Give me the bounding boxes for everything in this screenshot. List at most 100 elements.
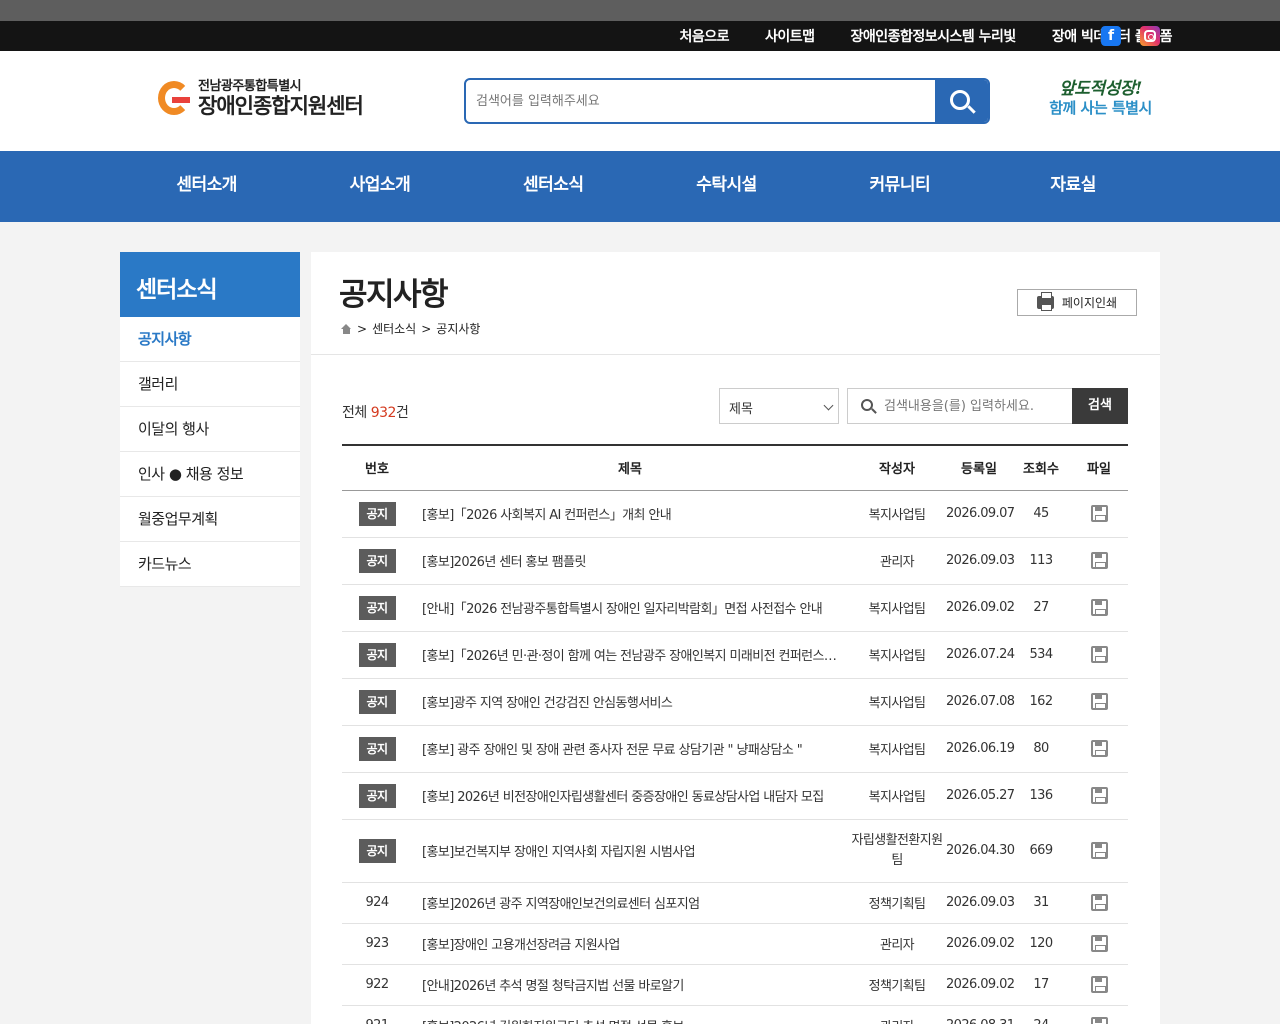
breadcrumb-separator: > xyxy=(421,321,432,336)
post-title-link[interactable]: [홍보]2026년 광주 지역장애인보건의료센터 심포지엄 xyxy=(412,882,848,924)
keyword-search-button[interactable]: 검색 xyxy=(1072,388,1128,424)
table-row: 공지 [안내]「2026 전남광주통합특별시 장애인 일자리박람회」면접 사전접… xyxy=(342,584,1128,632)
gnb-item-community[interactable]: 커뮤니티 xyxy=(813,151,986,222)
home-link[interactable]: 처음으로 xyxy=(679,26,729,46)
post-views: 534 xyxy=(1012,631,1070,679)
table-header-row: 번호 제목 작성자 등록일 조회수 파일 xyxy=(342,444,1128,491)
post-author: 복지사업팀 xyxy=(848,772,946,820)
table-row: 공지 [홍보]「2026 사회복지 AI 컨퍼런스」개최 안내 복지사업팀 20… xyxy=(342,490,1128,538)
post-title-link[interactable]: [안내]「2026 전남광주통합특별시 장애인 일자리박람회」면접 사전접수 안… xyxy=(412,584,848,632)
post-title-link[interactable]: [홍보]광주 지역 장애인 건강검진 안심동행서비스 xyxy=(412,678,848,726)
search-field-selected: 제목 xyxy=(729,402,753,417)
post-date: 2026.08.31 xyxy=(946,1005,1015,1024)
file-icon[interactable] xyxy=(1090,646,1108,663)
post-views: 31 xyxy=(1012,882,1070,924)
table-row: 921 [홍보]2026년 김원한지원군터 추석 명절 선물 홍보 관리자 20… xyxy=(342,1005,1128,1024)
post-author: 정책기획팀 xyxy=(848,964,946,1006)
logo-text: 전남광주통합특별시 장애인종합지원센터 xyxy=(198,80,364,119)
notice-badge: 공지 xyxy=(358,689,396,714)
post-title-link[interactable]: [홍보] 광주 장애인 및 장애 관련 종사자 전문 무료 상담기관 " 냥패상… xyxy=(412,725,848,773)
file-icon[interactable] xyxy=(1090,740,1108,757)
post-views: 120 xyxy=(1012,923,1070,965)
lnb-item-recruitment[interactable]: 인사 ● 채용 정보 xyxy=(120,452,300,497)
facebook-icon[interactable]: f xyxy=(1101,26,1121,46)
logo-line2: 장애인종합지원센터 xyxy=(198,94,364,118)
file-icon[interactable] xyxy=(1090,894,1108,911)
home-icon[interactable] xyxy=(341,323,352,334)
post-views: 27 xyxy=(1012,584,1070,632)
file-icon[interactable] xyxy=(1090,935,1108,952)
post-title-link[interactable]: [홍보] 2026년 비전장애인자립생활센터 중증장애인 동료상담사업 내담자 … xyxy=(412,772,848,820)
total-count: 전체 932건 xyxy=(342,402,409,422)
lnb-item-card-news[interactable]: 카드뉴스 xyxy=(120,542,300,587)
breadcrumb-notice[interactable]: 공지사항 xyxy=(436,320,480,337)
col-header-date: 등록일 xyxy=(946,444,1012,491)
instagram-icon[interactable] xyxy=(1140,26,1160,46)
keyword-search-input[interactable] xyxy=(884,396,1069,416)
post-views: 24 xyxy=(1012,1005,1070,1024)
gnb-item-business[interactable]: 사업소개 xyxy=(293,151,466,222)
post-date: 2026.09.02 xyxy=(946,923,1015,965)
post-title-link[interactable]: [홍보]보건복지부 장애인 지역사회 자립지원 시범사업 xyxy=(412,819,848,883)
post-author: 자립생활전환지원팀 xyxy=(848,819,946,883)
lnb-item-notice[interactable]: 공지사항 xyxy=(120,317,300,362)
post-date: 2026.09.03 xyxy=(946,537,1015,585)
site-logo[interactable]: 전남광주통합특별시 장애인종합지원센터 xyxy=(158,79,364,119)
post-title-link[interactable]: [홍보]「2026 사회복지 AI 컨퍼런스」개최 안내 xyxy=(412,490,848,538)
notice-badge: 공지 xyxy=(358,838,396,863)
post-title-link[interactable]: [홍보]「2026년 민·관·정이 함께 여는 전남광주 장애인복지 미래비전 … xyxy=(412,631,848,679)
table-row: 922 [안내]2026년 추석 명절 청탁금지법 선물 바로알기 정책기획팀 … xyxy=(342,964,1128,1006)
post-views: 113 xyxy=(1012,537,1070,585)
top-gray-strip xyxy=(0,0,1280,21)
post-title-link[interactable]: [안내]2026년 추석 명절 청탁금지법 선물 바로알기 xyxy=(412,964,848,1006)
post-title-link[interactable]: [홍보]2026년 센터 홍보 팸플릿 xyxy=(412,537,848,585)
site-header: 전남광주통합특별시 장애인종합지원센터 앞도적성장! 함께 사는 특별시 xyxy=(0,51,1280,151)
file-icon[interactable] xyxy=(1090,552,1108,569)
nuribit-link[interactable]: 장애인종합정보시스템 누리빛 xyxy=(851,26,1017,46)
col-header-author: 작성자 xyxy=(848,444,946,491)
post-views: 669 xyxy=(1012,819,1070,883)
gnb-item-facilities[interactable]: 수탁시설 xyxy=(640,151,813,222)
post-date: 2026.09.07 xyxy=(946,490,1015,538)
slogan-line1: 앞도적성장! xyxy=(1059,79,1142,99)
table-row: 924 [홍보]2026년 광주 지역장애인보건의료센터 심포지엄 정책기획팀 … xyxy=(342,882,1128,924)
gnb-item-center-intro[interactable]: 센터소개 xyxy=(120,151,293,222)
post-date: 2026.07.24 xyxy=(946,631,1015,679)
gnb-item-center-news[interactable]: 센터소식 xyxy=(467,151,640,222)
sitemap-link[interactable]: 사이트맵 xyxy=(765,26,815,46)
lnb-item-gallery[interactable]: 갤러리 xyxy=(120,362,300,407)
file-icon[interactable] xyxy=(1090,976,1108,993)
post-views: 17 xyxy=(1012,964,1070,1006)
post-title-link[interactable]: [홍보]장애인 고용개선장려금 지원사업 xyxy=(412,923,848,965)
notice-badge: 공지 xyxy=(358,783,396,808)
file-icon[interactable] xyxy=(1090,693,1108,710)
post-date: 2026.04.30 xyxy=(946,819,1015,883)
post-title-link[interactable]: [홍보]2026년 김원한지원군터 추석 명절 선물 홍보 xyxy=(412,1005,848,1024)
post-date: 2026.09.02 xyxy=(946,584,1015,632)
search-icon xyxy=(861,399,873,411)
file-icon[interactable] xyxy=(1090,787,1108,804)
breadcrumb-center-news[interactable]: 센터소식 xyxy=(372,320,416,337)
city-slogan: 앞도적성장! 함께 사는 특별시 xyxy=(1038,79,1163,117)
search-field-select[interactable]: 제목 xyxy=(719,388,839,424)
table-row: 공지 [홍보] 광주 장애인 및 장애 관련 종사자 전문 무료 상담기관 " … xyxy=(342,725,1128,773)
lnb-item-monthly-plan[interactable]: 월중업무계획 xyxy=(120,497,300,542)
file-icon[interactable] xyxy=(1090,1017,1108,1024)
post-author: 관리자 xyxy=(848,537,946,585)
lnb-item-monthly-events[interactable]: 이달의 행사 xyxy=(120,407,300,452)
post-author: 복지사업팀 xyxy=(848,584,946,632)
global-search-input[interactable] xyxy=(476,88,926,114)
file-icon[interactable] xyxy=(1090,505,1108,522)
file-icon[interactable] xyxy=(1090,599,1108,616)
file-icon[interactable] xyxy=(1090,842,1108,859)
logo-mark-icon xyxy=(158,79,192,119)
notice-badge: 공지 xyxy=(358,548,396,573)
gnb-item-archive[interactable]: 자료실 xyxy=(986,151,1159,222)
col-header-number: 번호 xyxy=(342,444,412,491)
post-number: 921 xyxy=(342,1005,412,1024)
print-page-button[interactable]: 페이지인쇄 xyxy=(1017,289,1137,316)
post-date: 2026.09.02 xyxy=(946,964,1015,1006)
post-date: 2026.07.08 xyxy=(946,678,1015,726)
global-search-button[interactable] xyxy=(935,80,988,122)
notice-badge: 공지 xyxy=(358,595,396,620)
